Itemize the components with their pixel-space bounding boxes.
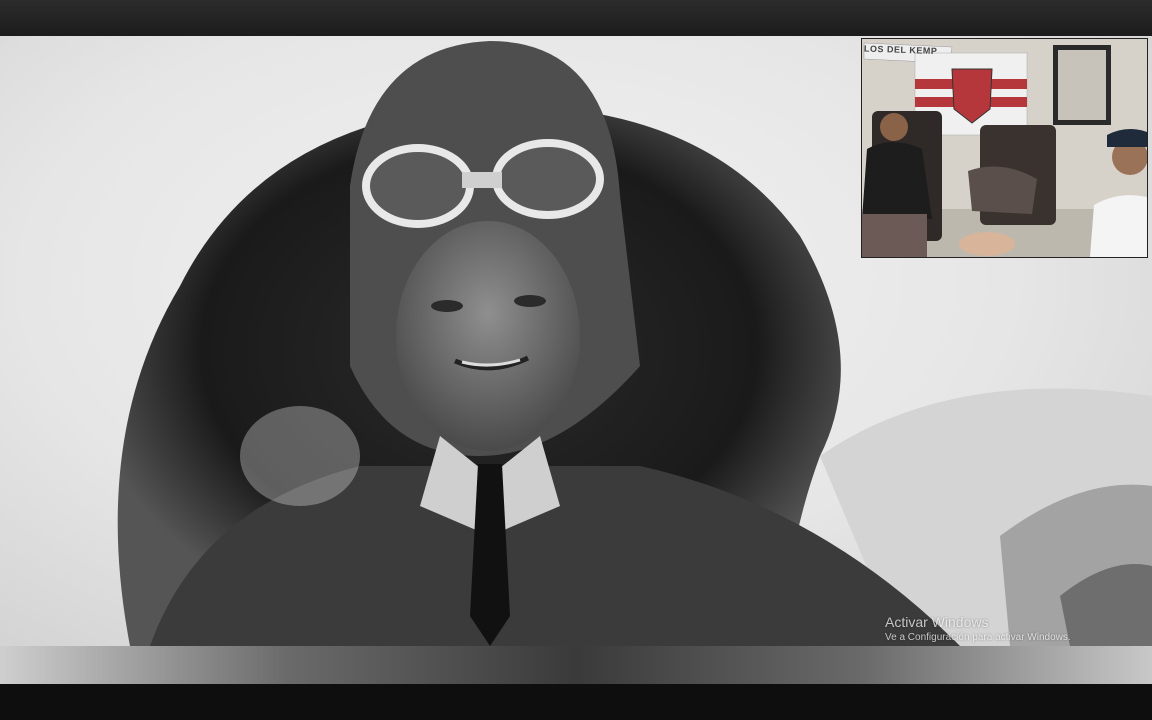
bottom-letterbox-gradient — [0, 646, 1152, 684]
top-letterbox-bar — [0, 0, 1152, 36]
webcam-overlay[interactable]: LOS DEL KEMP — [861, 38, 1148, 258]
watermark-subtitle: Ve a Configuración para activar Windows. — [885, 632, 1071, 643]
bottom-letterbox-bar — [0, 684, 1152, 720]
webcam-room-illustration — [862, 39, 1147, 257]
watermark-title: Activar Windows — [885, 614, 989, 630]
windows-activation-watermark: Activar Windows Ve a Configuración para … — [885, 614, 1071, 645]
